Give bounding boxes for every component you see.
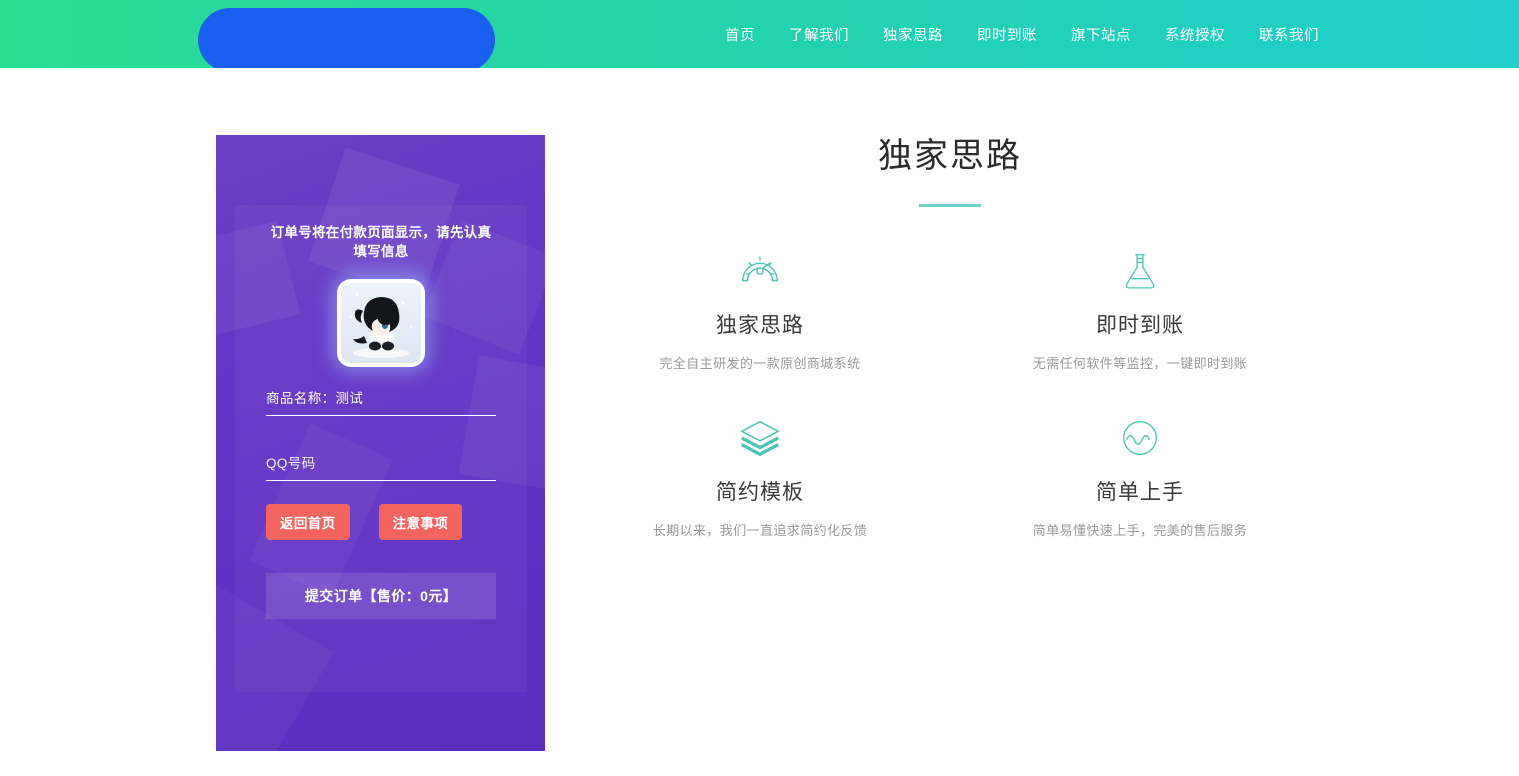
nav-item-home[interactable]: 首页: [725, 24, 755, 45]
avatar: [337, 279, 425, 367]
feature-item: 简约模板 长期以来，我们一直追求简约化反馈: [570, 412, 950, 539]
qq-number-input[interactable]: [266, 456, 496, 471]
order-card: 订单号将在付款页面显示，请先认真填写信息: [216, 135, 545, 751]
feature-title: 简单上手: [950, 476, 1330, 506]
feature-desc: 无需任何软件等监控，一键即时到账: [950, 353, 1330, 372]
nav-item-about[interactable]: 了解我们: [789, 24, 849, 45]
nav-item-ideas[interactable]: 独家思路: [883, 24, 943, 45]
feature-item: 简单上手 简单易懂快速上手，完美的售后服务: [950, 412, 1330, 539]
feature-item: 独家思路 完全自主研发的一款原创商城系统: [570, 245, 950, 372]
qq-number-field[interactable]: [266, 455, 496, 481]
feature-desc: 长期以来，我们一直追求简约化反馈: [570, 520, 950, 539]
feature-title: 独家思路: [570, 309, 950, 339]
speedometer-icon: [570, 245, 950, 297]
main-navigation: 首页 了解我们 独家思路 即时到账 旗下站点 系统授权 联系我们: [725, 0, 1319, 68]
feature-desc: 简单易懂快速上手，完美的售后服务: [950, 520, 1330, 539]
wave-circle-icon: [950, 412, 1330, 464]
secondary-button-row: 返回首页 注意事项: [266, 504, 496, 540]
submit-order-button[interactable]: 提交订单【售价：0元】: [266, 573, 496, 619]
feature-title: 简约模板: [570, 476, 950, 506]
nav-item-license[interactable]: 系统授权: [1165, 24, 1225, 45]
page-body: 订单号将在付款页面显示，请先认真填写信息: [0, 68, 1519, 750]
feature-title: 即时到账: [950, 309, 1330, 339]
nav-item-sites[interactable]: 旗下站点: [1071, 24, 1131, 45]
product-name-field[interactable]: [266, 389, 496, 416]
nav-item-contact[interactable]: 联系我们: [1259, 24, 1319, 45]
title-underline: [919, 204, 981, 207]
feature-grid: 独家思路 完全自主研发的一款原创商城系统 即时到账 无需任何软件等监控，一键即时…: [570, 245, 1330, 539]
order-form-panel: 订单号将在付款页面显示，请先认真填写信息: [235, 205, 527, 692]
layers-icon: [570, 412, 950, 464]
site-logo[interactable]: [198, 8, 495, 72]
nav-item-instant[interactable]: 即时到账: [977, 24, 1037, 45]
section-title: 独家思路: [570, 128, 1330, 177]
feature-desc: 完全自主研发的一款原创商城系统: [570, 353, 950, 372]
notice-button[interactable]: 注意事项: [379, 504, 463, 540]
back-home-button[interactable]: 返回首页: [266, 504, 350, 540]
product-name-input[interactable]: [266, 389, 496, 404]
site-header: 首页 了解我们 独家思路 即时到账 旗下站点 系统授权 联系我们: [0, 0, 1519, 68]
avatar-image: [341, 283, 421, 363]
order-note: 订单号将在付款页面显示，请先认真填写信息: [266, 223, 496, 261]
flask-icon: [950, 245, 1330, 297]
features-section: 独家思路 独家思路 完全自主研发的一款原创商城系统: [570, 128, 1330, 539]
feature-item: 即时到账 无需任何软件等监控，一键即时到账: [950, 245, 1330, 372]
